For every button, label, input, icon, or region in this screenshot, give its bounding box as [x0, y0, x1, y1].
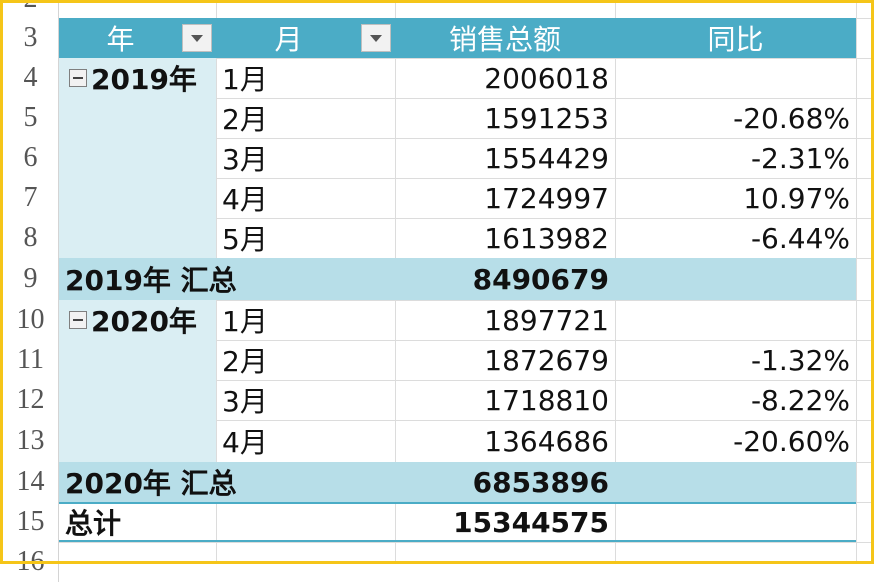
year-text: 2019年: [91, 63, 197, 96]
subtotal-label[interactable]: 2020年 汇总: [59, 462, 395, 502]
month-cell[interactable]: 3月: [216, 138, 395, 178]
sales-cell[interactable]: 1897721: [395, 300, 615, 340]
year-text: 2020年: [91, 305, 197, 338]
grand-total-label[interactable]: 总计: [59, 502, 216, 542]
yoy-cell[interactable]: -2.31%: [615, 138, 856, 178]
row-number[interactable]: 6: [3, 138, 59, 178]
subtotal-value[interactable]: 8490679: [395, 258, 615, 300]
header-yoy: 同比: [615, 18, 856, 58]
sales-cell[interactable]: 1724997: [395, 178, 615, 218]
row-number[interactable]: 3: [3, 18, 59, 58]
column-gridline: [856, 0, 857, 564]
yoy-cell[interactable]: -1.32%: [615, 340, 856, 380]
header-year: 年: [59, 18, 182, 58]
row-number[interactable]: 11: [3, 340, 59, 380]
month-cell[interactable]: 5月: [216, 218, 395, 258]
yoy-cell[interactable]: -20.60%: [615, 420, 856, 462]
grand-total-bottom-border: [59, 540, 856, 542]
row-number[interactable]: 7: [3, 178, 59, 218]
sales-cell[interactable]: 1591253: [395, 98, 615, 138]
sales-cell[interactable]: 1554429: [395, 138, 615, 178]
subtotal-value[interactable]: 6853896: [395, 462, 615, 502]
sales-cell[interactable]: 1364686: [395, 420, 615, 462]
month-cell[interactable]: 1月: [216, 300, 395, 340]
month-cell[interactable]: 2月: [216, 340, 395, 380]
header-sales: 销售总额: [395, 18, 615, 58]
grand-total-value[interactable]: 15344575: [395, 502, 615, 542]
row-number[interactable]: 4: [3, 58, 59, 98]
row-number[interactable]: 16: [3, 542, 59, 582]
yoy-cell[interactable]: -8.22%: [615, 380, 856, 420]
collapse-minus-icon[interactable]: [69, 311, 87, 329]
month-cell[interactable]: 4月: [216, 420, 395, 462]
yoy-cell[interactable]: 10.97%: [615, 178, 856, 218]
year-group-label[interactable]: 2019年: [65, 58, 216, 98]
row-number[interactable]: 15: [3, 502, 59, 542]
yoy-cell[interactable]: [615, 300, 856, 340]
row-number[interactable]: 2: [3, 0, 59, 18]
month-cell[interactable]: 4月: [216, 178, 395, 218]
filter-dropdown-icon[interactable]: [182, 24, 212, 52]
collapse-minus-icon[interactable]: [69, 69, 87, 87]
yoy-cell[interactable]: [615, 58, 856, 98]
row-number[interactable]: 8: [3, 218, 59, 258]
filter-dropdown-icon[interactable]: [361, 24, 391, 52]
sales-cell[interactable]: 2006018: [395, 58, 615, 98]
header-month: 月: [216, 18, 361, 58]
year-group-label[interactable]: 2020年: [65, 300, 216, 340]
month-cell[interactable]: 1月: [216, 58, 395, 98]
row-number[interactable]: 5: [3, 98, 59, 138]
yoy-cell[interactable]: -20.68%: [615, 98, 856, 138]
sales-cell[interactable]: 1872679: [395, 340, 615, 380]
row-number[interactable]: 10: [3, 300, 59, 340]
row-number[interactable]: 14: [3, 462, 59, 502]
row-gridline: [59, 542, 874, 543]
row-number[interactable]: 13: [3, 420, 59, 462]
subtotal-label[interactable]: 2019年 汇总: [59, 258, 395, 300]
month-cell[interactable]: 2月: [216, 98, 395, 138]
yoy-cell[interactable]: -6.44%: [615, 218, 856, 258]
row-number[interactable]: 9: [3, 258, 59, 300]
row-number[interactable]: 12: [3, 380, 59, 420]
month-cell[interactable]: 3月: [216, 380, 395, 420]
sales-cell[interactable]: 1718810: [395, 380, 615, 420]
sales-cell[interactable]: 1613982: [395, 218, 615, 258]
